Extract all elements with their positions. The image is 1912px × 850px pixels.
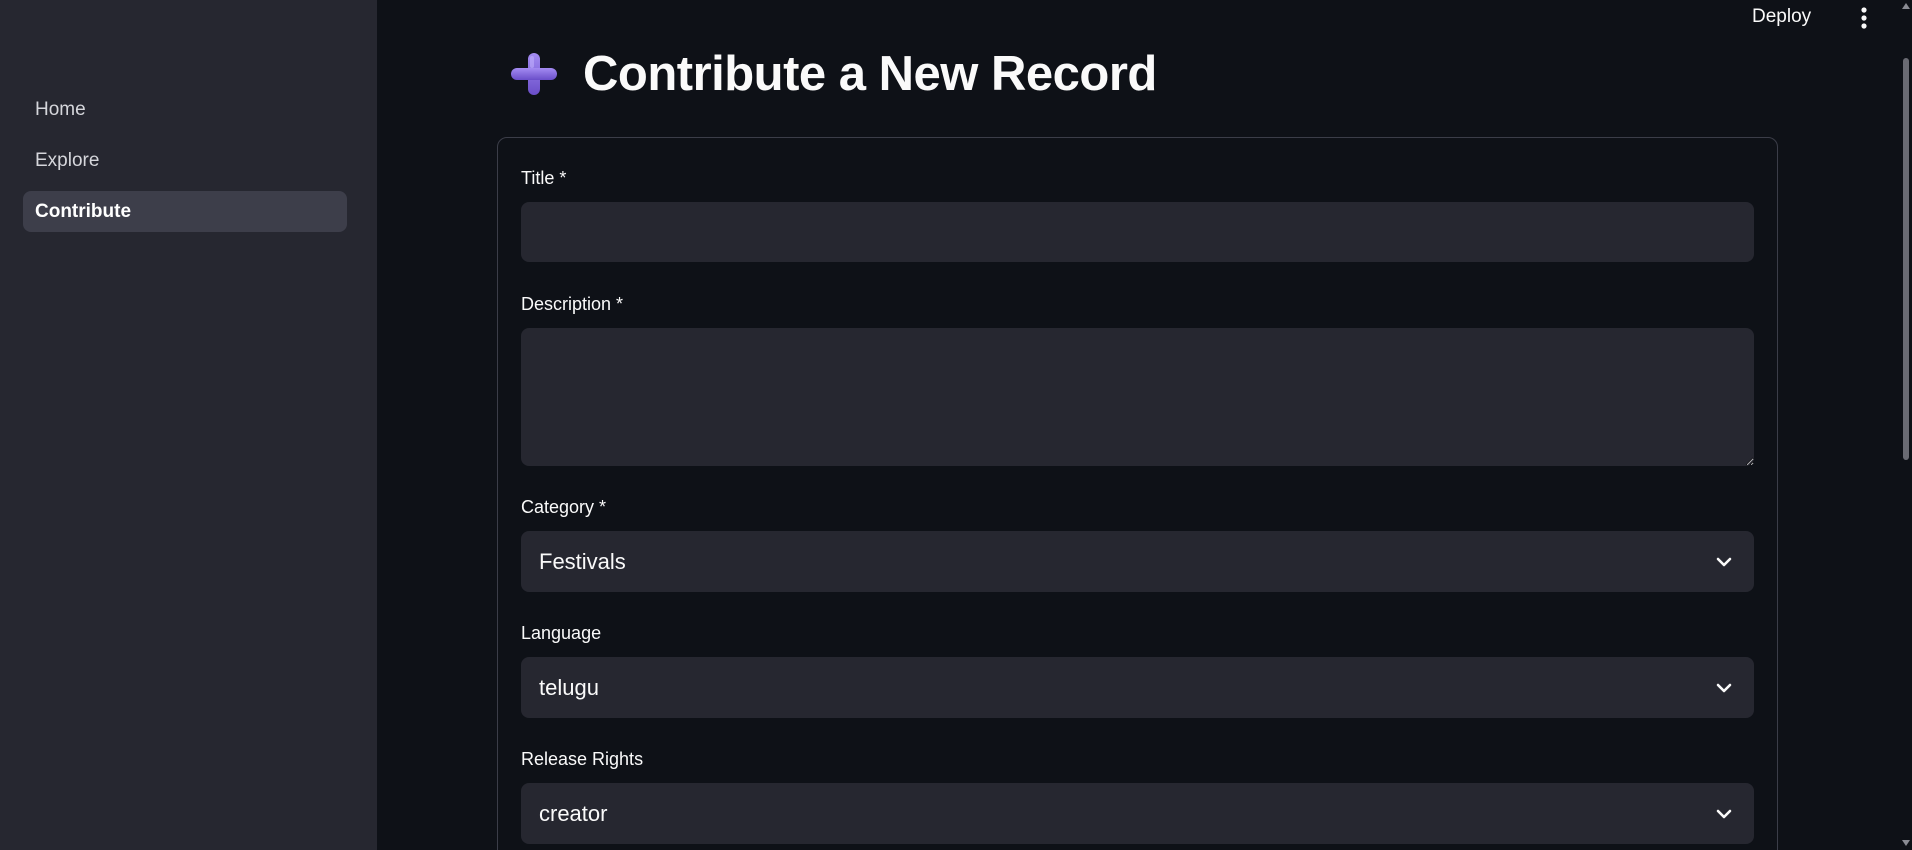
description-label: Description * — [521, 294, 624, 314]
page-scrollbar[interactable] — [1900, 0, 1912, 850]
category-selected-value: Festivals — [539, 549, 626, 574]
description-wrapper — [498, 328, 1779, 466]
language-label: Language — [521, 623, 602, 643]
title-input[interactable] — [521, 202, 1754, 262]
kebab-menu-icon[interactable] — [1856, 5, 1872, 31]
category-label: Category * — [521, 497, 607, 517]
chevron-down-icon — [1716, 557, 1732, 567]
language-selected-value: telugu — [539, 675, 599, 700]
plus-icon — [511, 53, 557, 95]
chevron-down-icon — [1716, 683, 1732, 693]
contribute-form: Title * Description * Category * Festiva… — [497, 137, 1778, 850]
release-rights-select[interactable]: creator — [521, 783, 1754, 844]
scroll-up-arrow-icon[interactable] — [1902, 3, 1910, 9]
category-select[interactable]: Festivals — [521, 531, 1754, 592]
deploy-button[interactable]: Deploy — [1752, 3, 1811, 31]
page-title-text: Contribute a New Record — [583, 47, 1157, 101]
sidebar-item-home[interactable]: Home — [23, 89, 347, 130]
title-label: Title * — [521, 168, 567, 188]
sidebar: Home Explore Contribute — [0, 0, 377, 850]
scroll-down-arrow-icon[interactable] — [1902, 840, 1910, 846]
release-rights-selected-value: creator — [539, 801, 608, 826]
language-select[interactable]: telugu — [521, 657, 1754, 718]
description-textarea[interactable] — [521, 328, 1754, 466]
sidebar-nav: Home Explore Contribute — [23, 89, 347, 242]
release-rights-label: Release Rights — [521, 749, 644, 769]
app-root: Home Explore Contribute Deploy Contribut… — [0, 0, 1912, 850]
sidebar-item-explore[interactable]: Explore — [23, 140, 347, 181]
chevron-down-icon — [1716, 809, 1732, 819]
page-title: Contribute a New Record — [507, 46, 1157, 102]
sidebar-item-contribute[interactable]: Contribute — [23, 191, 347, 232]
scrollbar-thumb[interactable] — [1903, 58, 1909, 460]
